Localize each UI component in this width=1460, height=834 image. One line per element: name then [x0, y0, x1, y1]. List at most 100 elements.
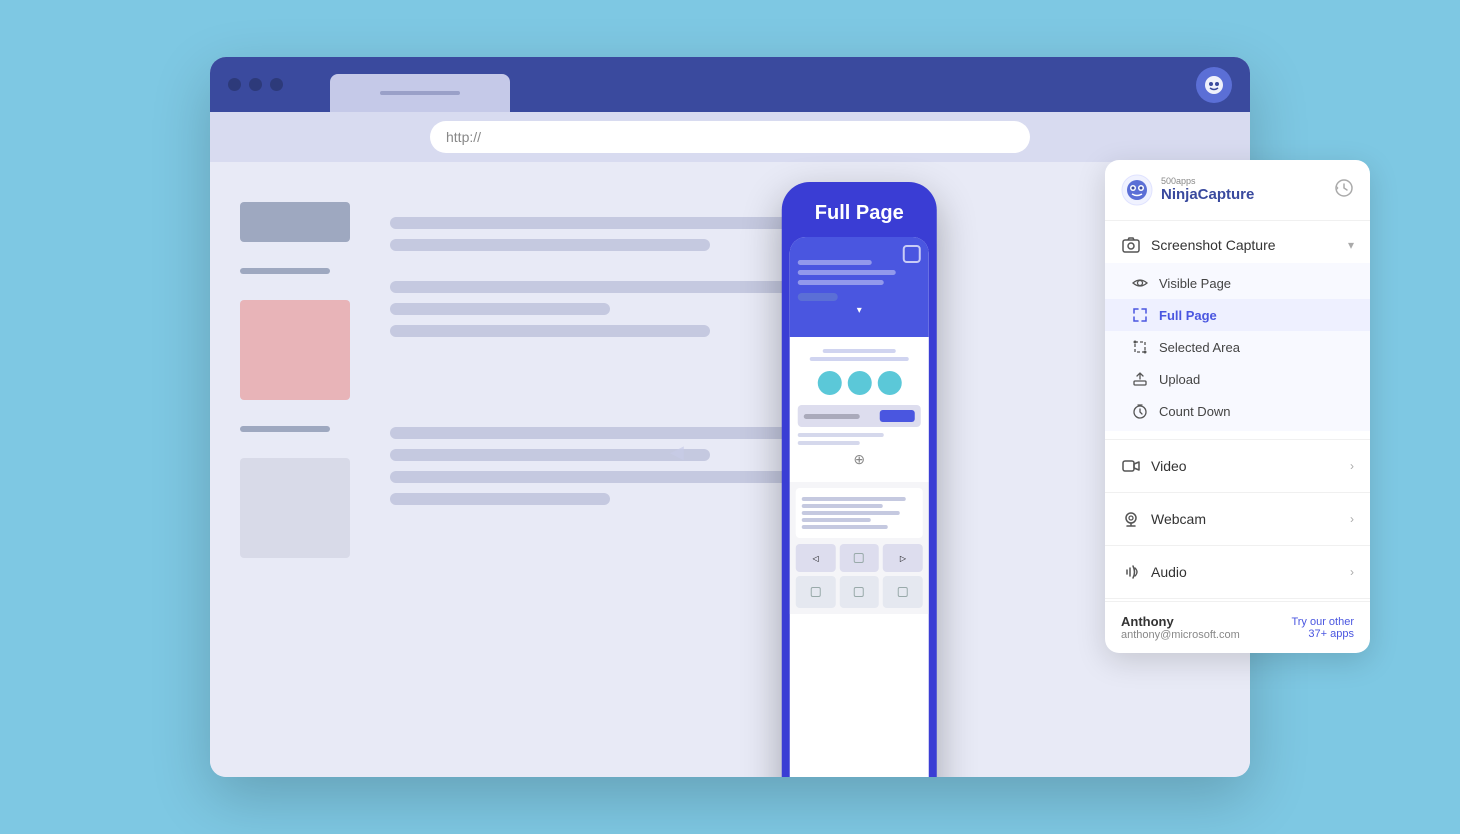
- plugin-footer: Anthony anthony@microsoft.com Try our ot…: [1105, 601, 1370, 653]
- page-sidebar: [240, 192, 370, 747]
- screenshot-section-label: Screenshot Capture: [1151, 237, 1276, 253]
- history-icon: [1334, 178, 1354, 198]
- audio-section-header[interactable]: Audio ›: [1105, 554, 1370, 590]
- try-link[interactable]: Try our other 37+ apps: [1291, 616, 1354, 640]
- countdown-item[interactable]: Count Down: [1105, 395, 1370, 427]
- phone-capture-btn: [798, 293, 838, 301]
- screenshot-menu-icon: [1121, 235, 1141, 255]
- sidebar-placeholder-square-gray: [240, 458, 350, 558]
- phone-grid-icon-box-2: [854, 553, 864, 563]
- visible-page-item[interactable]: Visible Page: [1105, 267, 1370, 299]
- phone-thumb-1: [796, 576, 836, 608]
- eye-icon: [1132, 275, 1148, 291]
- browser-tab-line: [380, 91, 460, 95]
- content-line-1: [390, 217, 810, 229]
- phone-line-1: [798, 260, 872, 265]
- browser-addressbar: http://: [210, 112, 1250, 162]
- phone-t-line-1: [802, 497, 906, 501]
- video-section: Video ›: [1105, 442, 1370, 490]
- plugin-panel: 500apps NinjaCapture: [1105, 160, 1370, 653]
- phone-screen-lines: [798, 260, 921, 285]
- content-line-8: [390, 471, 810, 483]
- content-line-9: [390, 493, 610, 505]
- webcam-chevron-icon: ›: [1350, 512, 1354, 526]
- user-email: anthony@microsoft.com: [1121, 629, 1240, 641]
- phone-b-line-2: [798, 441, 860, 445]
- user-info: Anthony anthony@microsoft.com: [1121, 614, 1240, 641]
- browser-content: Full Page: [210, 162, 1250, 777]
- upload-label: Upload: [1159, 372, 1200, 387]
- phone-screen-bottom: ◁ ▷: [790, 482, 929, 614]
- phone-t-line-4: [802, 518, 871, 522]
- browser-dot-2: [249, 78, 262, 91]
- video-section-left: Video: [1121, 456, 1187, 476]
- sidebar-placeholder-rect: [240, 202, 350, 242]
- divider-1: [1105, 439, 1370, 440]
- audio-section: Audio ›: [1105, 548, 1370, 596]
- sidebar-placeholder-square-pink: [240, 300, 350, 400]
- plugin-logo-name: NinjaCapture: [1161, 187, 1254, 204]
- plugin-logo: 500apps NinjaCapture: [1121, 174, 1254, 206]
- phone-text-block: [796, 488, 923, 538]
- webcam-section-left: Webcam: [1121, 509, 1206, 529]
- video-menu-icon: [1121, 456, 1141, 476]
- phone-grid-icon-3: ▷: [900, 554, 906, 563]
- webcam-section-header[interactable]: Webcam ›: [1105, 501, 1370, 537]
- selected-area-icon: [1131, 338, 1149, 356]
- screenshot-section-header[interactable]: Screenshot Capture ▾: [1105, 227, 1370, 263]
- phone-thumbs-row: [796, 576, 923, 608]
- phone-b-line-1: [798, 433, 884, 437]
- selected-area-item[interactable]: Selected Area: [1105, 331, 1370, 363]
- extension-icon-button[interactable]: [1196, 67, 1232, 103]
- browser-dot-3: [270, 78, 283, 91]
- user-name: Anthony: [1121, 614, 1240, 629]
- phone-t-line-5: [802, 525, 888, 529]
- content-line-5: [390, 325, 710, 337]
- audio-section-left: Audio: [1121, 562, 1187, 582]
- full-page-item[interactable]: Full Page: [1105, 299, 1370, 331]
- webcam-icon: [1122, 510, 1140, 528]
- phone-thumb-icon-1: [811, 587, 821, 597]
- selected-area-label: Selected Area: [1159, 340, 1240, 355]
- video-section-label: Video: [1151, 458, 1187, 474]
- address-input[interactable]: http://: [430, 121, 1030, 153]
- browser-window: http://: [210, 57, 1250, 777]
- fullpage-icon: [1132, 307, 1148, 323]
- phone-thumb-icon-2: [854, 587, 864, 597]
- phone-grid-row1: ◁ ▷: [796, 544, 923, 572]
- history-button[interactable]: [1334, 178, 1354, 203]
- countdown-label: Count Down: [1159, 404, 1231, 419]
- phone-grid-item-1: ◁: [796, 544, 836, 572]
- video-section-header[interactable]: Video ›: [1105, 448, 1370, 484]
- webcam-menu-icon: [1121, 509, 1141, 529]
- phone-circle-1: [817, 371, 841, 395]
- browser-titlebar: [210, 57, 1250, 112]
- phone-add-icon: ⊕: [798, 451, 921, 468]
- phone-circles: [798, 371, 921, 395]
- phone-gray-bar: [798, 405, 921, 427]
- sidebar-line-group-1: [240, 262, 370, 280]
- phone-screen: ▾: [790, 237, 929, 777]
- phone-thumb-icon-3: [898, 587, 908, 597]
- content-line-3: [390, 281, 810, 293]
- full-page-icon: [1131, 306, 1149, 324]
- content-line-7: [390, 449, 710, 461]
- upload-item[interactable]: Upload: [1105, 363, 1370, 395]
- phone-line-3: [798, 280, 884, 285]
- crop-icon: [1132, 339, 1148, 355]
- phone-circle-2: [847, 371, 871, 395]
- phone-bottom-lines: [798, 433, 921, 445]
- phone-camera-icon: [903, 245, 921, 263]
- countdown-icon: [1132, 403, 1148, 419]
- ninja-icon: [1203, 74, 1225, 96]
- countdown-icon: [1131, 402, 1149, 420]
- webcam-section: Webcam ›: [1105, 495, 1370, 543]
- audio-icon: [1122, 563, 1140, 581]
- sidebar-line-1: [240, 268, 330, 274]
- phone-grid-item-3: ▷: [883, 544, 923, 572]
- phone-mid-line-2: [810, 357, 908, 361]
- phone-t-line-2: [802, 504, 883, 508]
- try-link-line1: Try our other: [1291, 616, 1354, 628]
- phone-screen-top: ▾: [790, 237, 929, 337]
- divider-3: [1105, 545, 1370, 546]
